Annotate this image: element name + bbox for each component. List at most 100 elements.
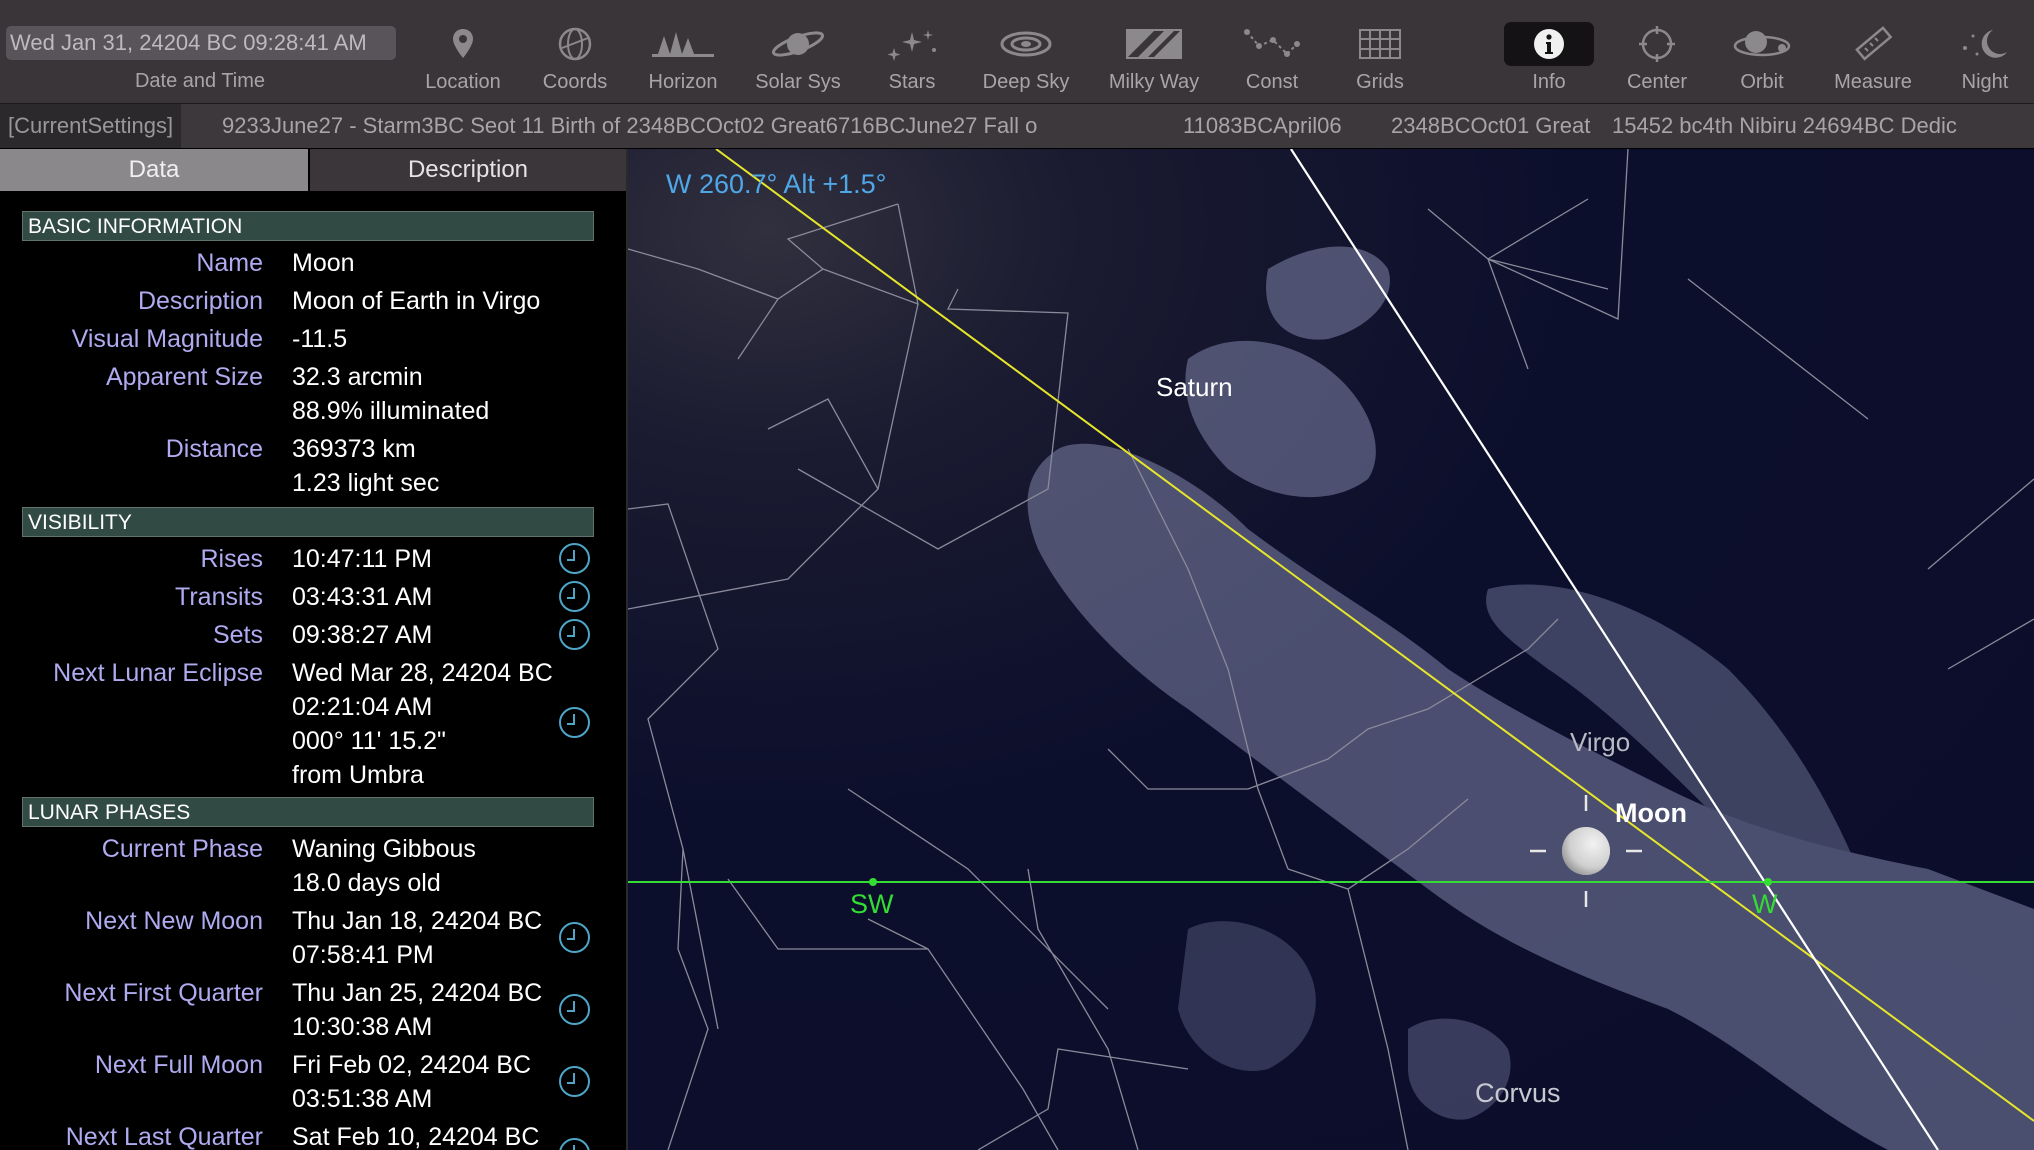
location-button[interactable]: Location: [408, 0, 518, 103]
info-tabs: Data Description: [0, 149, 626, 191]
next-first-quarter-clock-icon[interactable]: [559, 994, 590, 1025]
orbit-icon: [1717, 22, 1807, 66]
next-full-moon-clock-icon[interactable]: [559, 1066, 590, 1097]
next-first-quarter-label: Next First Quarter: [64, 979, 263, 1007]
tool-label: Stars: [888, 71, 936, 93]
sky-view[interactable]: W 260.7° Alt +1.5° Saturn Virgo Moon Cor…: [628, 149, 2034, 1150]
tool-label: Solar Sys: [755, 71, 841, 93]
next-last-quarter-clock-icon[interactable]: [559, 1138, 590, 1150]
sw-direction-label: SW: [850, 889, 894, 919]
next-full-moon-time: 03:51:38 AM: [292, 1085, 433, 1113]
lunar-eclipse-clock-icon[interactable]: [559, 707, 590, 738]
info-icon: [1504, 22, 1594, 66]
next-new-moon-label: Next New Moon: [85, 907, 263, 935]
measure-button[interactable]: Measure: [1818, 0, 1928, 103]
tool-label: Location: [425, 71, 501, 93]
location-pin-icon: [418, 22, 508, 66]
description-value: Moon of Earth in Virgo: [292, 287, 541, 315]
stars-button[interactable]: Stars: [857, 0, 967, 103]
rises-clock-icon[interactable]: [559, 543, 590, 574]
coords-button[interactable]: Coords: [520, 0, 630, 103]
current-phase-value: Waning Gibbous: [292, 835, 476, 863]
magnitude-value: -11.5: [292, 325, 348, 353]
info-button[interactable]: Info: [1494, 0, 1604, 103]
constellations-button[interactable]: Const: [1217, 0, 1327, 103]
grids-button[interactable]: Grids: [1325, 0, 1435, 103]
saturn-label[interactable]: Saturn: [1156, 372, 1233, 403]
center-target-icon: [1612, 22, 1702, 66]
saved-settings-strip: [CurrentSettings] 9233June27 - Starm3BC …: [0, 104, 2034, 148]
tab-data[interactable]: Data: [0, 149, 308, 191]
virgo-label: Virgo: [1570, 727, 1631, 757]
tool-label: Night: [1961, 71, 2009, 93]
constellation-icon: [1227, 22, 1317, 66]
lunar-eclipse-label: Next Lunar Eclipse: [53, 659, 263, 687]
horizon-button[interactable]: Horizon: [628, 0, 738, 103]
tool-label: Const: [1245, 71, 1299, 93]
sets-value: 09:38:27 AM: [292, 621, 433, 649]
orbit-button[interactable]: Orbit: [1707, 0, 1817, 103]
lunar-eclipse-time: 02:21:04 AM: [292, 693, 433, 721]
galaxy-icon: [981, 22, 1071, 66]
rises-value: 10:47:11 PM: [292, 545, 432, 573]
tool-label: Orbit: [1740, 71, 1784, 93]
current-phase-label: Current Phase: [101, 835, 263, 863]
datetime-field[interactable]: Wed Jan 31, 24204 BC 09:28:41 AM: [6, 26, 396, 60]
center-button[interactable]: Center: [1602, 0, 1712, 103]
current-settings-item[interactable]: [CurrentSettings]: [0, 104, 182, 148]
rises-label: Rises: [200, 545, 263, 573]
horizon-trees-icon: [638, 22, 728, 66]
w-direction-label: W: [1752, 889, 1778, 919]
sw-point: [869, 878, 877, 886]
deep-sky-button[interactable]: Deep Sky: [971, 0, 1081, 103]
sky-chart: [628, 149, 2034, 1150]
tab-description[interactable]: Description: [310, 149, 626, 191]
saturn-icon: [753, 22, 843, 66]
saved-setting-item[interactable]: 11083BCApril06: [1183, 104, 1342, 148]
milky-way-button[interactable]: Milky Way: [1099, 0, 1209, 103]
name-label: Name: [196, 249, 263, 277]
apparent-size-label: Apparent Size: [105, 363, 263, 391]
ruler-icon: [1828, 22, 1918, 66]
grid-icon: [1335, 22, 1425, 66]
tool-label: Center: [1626, 71, 1688, 93]
lunar-eclipse-angle: 000° 11' 15.2": [292, 727, 446, 755]
w-point: [1764, 878, 1772, 886]
moon-label[interactable]: Moon: [1615, 798, 1687, 829]
transits-label: Transits: [175, 583, 263, 611]
section-basic-information: BASIC INFORMATION: [22, 211, 594, 241]
saved-setting-item[interactable]: 9233June27 - Starm3BC Seot 11 Birth of 2…: [222, 104, 1158, 148]
sets-clock-icon[interactable]: [559, 619, 590, 650]
magnitude-label: Visual Magnitude: [71, 325, 263, 353]
next-first-quarter-time: 10:30:38 AM: [292, 1013, 433, 1041]
info-panel: Data Description BASIC INFORMATION Name …: [0, 149, 628, 1150]
next-full-moon-date: Fri Feb 02, 24204 BC: [292, 1051, 532, 1079]
illuminated-value: 88.9% illuminated: [292, 397, 490, 425]
azimuth-altitude-readout: W 260.7° Alt +1.5°: [666, 169, 887, 199]
lunar-eclipse-date: Wed Mar 28, 24204 BC: [292, 659, 553, 687]
milky-way-icon: [1109, 22, 1199, 66]
coords-globe-icon: [530, 22, 620, 66]
distance-km-value: 369373 km: [292, 435, 416, 463]
section-lunar-phases: LUNAR PHASES: [22, 797, 594, 827]
tool-label: Horizon: [648, 71, 718, 93]
tool-label: Info: [1532, 71, 1566, 93]
stars-icon: [867, 22, 957, 66]
saved-setting-item[interactable]: 15452 bc4th Nibiru 24694BC Dedic: [1612, 104, 1957, 148]
toolbar: Wed Jan 31, 24204 BC 09:28:41 AM Date an…: [0, 0, 2034, 104]
saved-setting-item[interactable]: 2348BCOct01 Great: [1391, 104, 1590, 148]
sets-label: Sets: [212, 621, 263, 649]
solar-system-button[interactable]: Solar Sys: [743, 0, 853, 103]
next-new-moon-time: 07:58:41 PM: [292, 941, 434, 969]
tool-label: Milky Way: [1108, 71, 1200, 93]
transits-clock-icon[interactable]: [559, 581, 590, 612]
tool-label: Coords: [542, 71, 608, 93]
night-mode-button[interactable]: Night: [1930, 0, 2034, 103]
next-new-moon-date: Thu Jan 18, 24204 BC: [292, 907, 543, 935]
corvus-label: Corvus: [1475, 1078, 1561, 1108]
distance-label: Distance: [165, 435, 263, 463]
next-full-moon-label: Next Full Moon: [94, 1051, 263, 1079]
next-new-moon-clock-icon[interactable]: [559, 922, 590, 953]
transits-value: 03:43:31 AM: [292, 583, 433, 611]
tool-label: Deep Sky: [982, 71, 1070, 93]
